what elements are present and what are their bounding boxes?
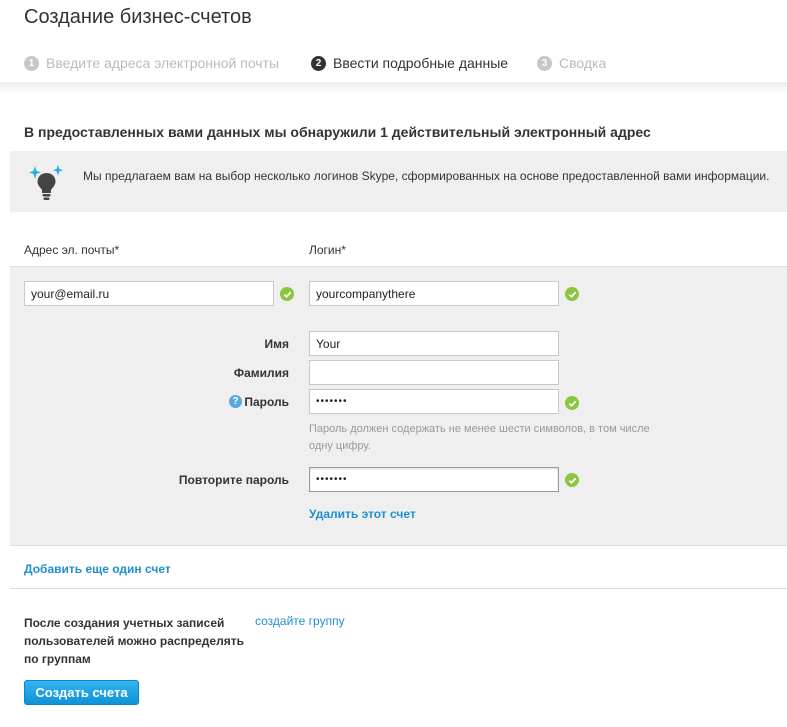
login-valid-check-icon	[565, 287, 579, 301]
create-accounts-button[interactable]: Создать счета	[24, 680, 139, 705]
step-summary: 3 Сводка	[537, 54, 606, 72]
repeat-password-label: Повторите пароль	[178, 473, 289, 487]
step-number-1: 1	[24, 55, 39, 71]
page-title: Создание бизнес-счетов	[24, 6, 252, 28]
groups-info-text: После создания учетных записей пользоват…	[24, 616, 244, 666]
header-divider	[0, 82, 787, 94]
repeat-password-field[interactable]: •••••••	[309, 467, 559, 492]
step-number-3: 3	[537, 55, 552, 71]
delete-account-link[interactable]: Удалить этот счет	[309, 507, 416, 521]
last-name-field[interactable]	[309, 360, 559, 385]
password-hint: Пароль должен содержать не менее шести с…	[309, 423, 650, 452]
password-label: Пароль	[244, 395, 289, 409]
last-name-label: Фамилия	[233, 366, 289, 380]
password-valid-check-icon	[565, 396, 579, 410]
step-label-2: Ввести подробные данные	[333, 55, 509, 71]
section-heading: В предоставленных вами данных мы обнаруж…	[24, 124, 651, 140]
add-account-link[interactable]: Добавить еще один счет	[24, 562, 171, 576]
help-icon[interactable]: ?	[229, 395, 242, 408]
create-group-link[interactable]: создайте группу	[255, 614, 345, 628]
email-valid-check-icon	[280, 287, 294, 301]
login-column-label: Логин*	[309, 243, 346, 257]
first-name-label: Имя	[264, 337, 289, 351]
repeat-password-valid-check-icon	[565, 473, 579, 487]
section-divider	[10, 588, 787, 589]
email-column-label: Адрес эл. почты*	[24, 243, 120, 257]
login-field[interactable]: yourcompanythere	[309, 281, 559, 306]
email-field[interactable]: your@email.ru	[24, 281, 274, 306]
info-text: Мы предлагаем вам на выбор несколько лог…	[83, 169, 770, 183]
password-field[interactable]: •••••••	[309, 389, 559, 414]
step-label-3: Сводка	[559, 55, 607, 71]
lightbulb-sparkle-icon	[29, 165, 63, 200]
first-name-field[interactable]: Your	[309, 331, 559, 356]
step-label-1: Введите адреса электронной почты	[46, 55, 280, 71]
step-enter-details: 2 Ввести подробные данные	[311, 54, 508, 72]
step-number-2: 2	[311, 55, 326, 71]
step-enter-emails: 1 Введите адреса электронной почты	[24, 54, 279, 72]
